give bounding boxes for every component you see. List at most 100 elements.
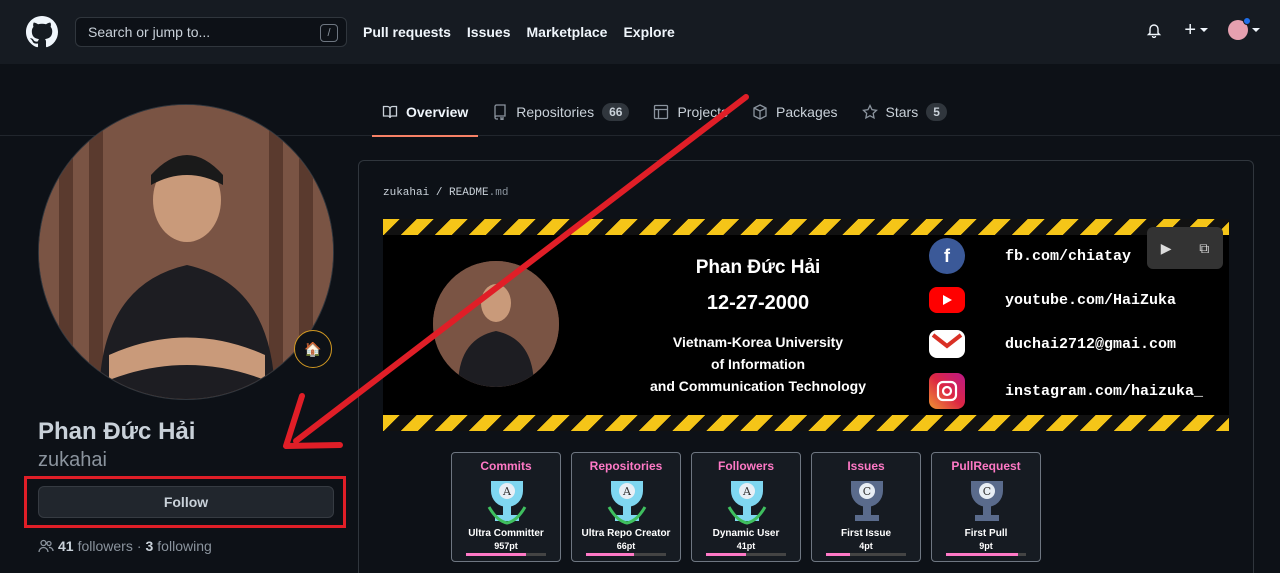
book-icon	[382, 105, 398, 119]
tab-repositories[interactable]: Repositories 66	[482, 88, 639, 136]
trophy-cup-icon: A	[607, 481, 647, 525]
stars-count: 5	[926, 103, 947, 121]
global-nav: Pull requests Issues Marketplace Explore	[363, 0, 675, 64]
trophy-card: Followers A Dynamic User 41pt	[691, 452, 801, 562]
following-label[interactable]: following	[157, 538, 211, 554]
readme-file[interactable]: README	[449, 187, 489, 199]
media-controls: ▶ ⧉	[1147, 227, 1223, 269]
trophy-card: Repositories A Ultra Repo Creator 66pt	[571, 452, 681, 562]
following-count[interactable]: 3	[146, 538, 154, 554]
search-shortcut-key: /	[320, 24, 338, 42]
youtube-icon	[929, 287, 965, 313]
follow-highlight-box	[24, 476, 346, 528]
nav-marketplace[interactable]: Marketplace	[527, 24, 608, 40]
nav-explore[interactable]: Explore	[623, 24, 674, 40]
trophy-title: Issues	[847, 459, 885, 473]
followers-count[interactable]: 41	[58, 538, 74, 554]
contact-text: youtube.com/HaiZuka	[1005, 291, 1177, 309]
banner-uni-line2: of Information	[710, 356, 806, 372]
trophy-rank: A	[502, 485, 512, 498]
nav-issues[interactable]: Issues	[467, 24, 511, 40]
contact-gmail: duchai2712@gmai.com	[929, 326, 1176, 362]
profile-fullname: Phan Đức Hải	[38, 418, 196, 445]
contact-text: duchai2712@gmai.com	[1005, 335, 1177, 353]
trophy-title: Repositories	[589, 459, 663, 473]
trophy-rank: C	[983, 485, 991, 498]
status-badge[interactable]: 🏠	[294, 330, 332, 368]
notification-dot	[1243, 17, 1251, 25]
nav-pull-requests[interactable]: Pull requests	[363, 24, 451, 40]
tab-stars[interactable]: Stars 5	[852, 88, 957, 136]
trophy-row: Commits A Ultra Committer 957pt Reposito…	[451, 452, 1041, 562]
trophy-progress-bar	[706, 553, 786, 556]
banner-uni-line3: and Communication Technology	[650, 378, 866, 394]
readme-owner[interactable]: zukahai	[383, 187, 429, 199]
hazard-stripe-bottom	[383, 415, 1229, 431]
banner-photo	[433, 261, 559, 387]
people-icon	[38, 539, 54, 553]
trophy-title: Followers	[717, 459, 774, 473]
tab-projects[interactable]: Projects	[643, 88, 738, 136]
profile-avatar[interactable]	[38, 104, 334, 400]
star-icon	[861, 104, 878, 120]
tab-label: Repositories	[516, 104, 595, 120]
tab-label: Packages	[776, 104, 838, 120]
trophy-name: Dynamic User	[712, 528, 780, 539]
project-icon	[654, 104, 669, 120]
contact-facebook: f fb.com/chiatay	[929, 238, 1131, 274]
trophy-points: 66pt	[616, 541, 636, 551]
trophy-name: First Issue	[840, 528, 892, 539]
trophy-cup-icon: C	[851, 481, 883, 521]
profile-photo	[39, 105, 333, 399]
bell-icon[interactable]	[1144, 20, 1164, 40]
trophy-card: PullRequest C First Pull 9pt	[931, 452, 1041, 562]
repositories-count: 66	[602, 103, 630, 121]
trophy-cup-icon: C	[971, 481, 1003, 521]
search-input[interactable]	[76, 18, 346, 46]
github-logo-icon[interactable]	[26, 16, 58, 48]
profile-tabs: Overview Repositories 66 Projects Packag…	[372, 88, 961, 137]
tab-overview[interactable]: Overview	[372, 88, 479, 137]
contact-text: instagram.com/haizuka_	[1005, 382, 1204, 400]
contact-youtube: youtube.com/HaiZuka	[929, 282, 1176, 318]
external-link-icon[interactable]: ⧉	[1199, 240, 1209, 257]
trophy-progress-bar	[946, 553, 1026, 556]
gmail-icon	[929, 330, 965, 358]
package-icon	[753, 104, 767, 120]
facebook-icon: f	[929, 238, 965, 274]
followers-label[interactable]: followers	[78, 538, 133, 554]
trophy-rank: C	[863, 485, 871, 498]
follow-stats: 41 followers · 3 following	[38, 538, 212, 554]
create-new-dropdown[interactable]: +	[1184, 20, 1208, 40]
profile-username: zukahai	[38, 449, 107, 471]
separator: ·	[136, 538, 142, 554]
chevron-down-icon	[1200, 28, 1208, 32]
readme-ext: .md	[488, 187, 509, 199]
tab-label: Stars	[885, 104, 919, 120]
avatar	[1228, 17, 1251, 40]
play-icon[interactable]: ▶	[1161, 240, 1172, 257]
trophy-card: Commits A Ultra Committer 957pt	[451, 452, 561, 562]
repo-icon	[494, 104, 506, 120]
readme-box: zukahai / README.md Phan Đức Hải 12-27-2…	[358, 160, 1254, 573]
user-menu-dropdown[interactable]	[1228, 17, 1260, 40]
hazard-stripe-top	[383, 219, 1229, 235]
chevron-down-icon	[1252, 28, 1260, 32]
search-box[interactable]: /	[75, 17, 347, 47]
banner-uni-line1: Vietnam-Korea University	[672, 334, 844, 350]
readme-banner: Phan Đức Hải 12-27-2000 Vietnam-Korea Un…	[383, 219, 1229, 431]
tab-packages[interactable]: Packages	[742, 88, 847, 136]
banner-university: Vietnam-Korea University of Information …	[613, 331, 903, 397]
readme-path: zukahai / README.md	[383, 187, 509, 199]
header-actions: +	[1144, 17, 1260, 40]
trophy-progress-bar	[466, 553, 546, 556]
trophy-points: 9pt	[979, 541, 993, 551]
house-icon: 🏠	[304, 340, 322, 357]
contact-text: fb.com/chiatay	[1005, 247, 1132, 265]
trophy-points: 4pt	[859, 541, 873, 551]
trophy-name: Ultra Repo Creator	[581, 528, 671, 539]
trophy-cup-icon: A	[487, 481, 527, 525]
trophy-card: Issues C First Issue 4pt	[811, 452, 921, 562]
trophy-rank: A	[742, 485, 752, 498]
banner-name: Phan Đức Hải	[695, 257, 821, 278]
